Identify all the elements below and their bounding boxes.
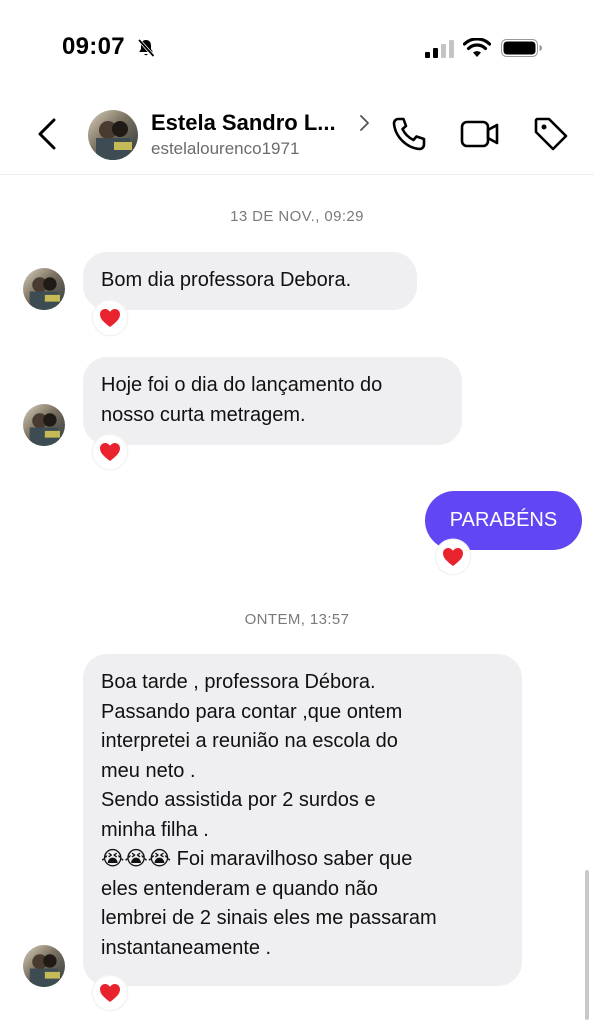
scrollbar[interactable] bbox=[585, 870, 589, 1020]
message-text: Bom dia professora Debora. bbox=[101, 269, 352, 291]
avatar-photo-icon bbox=[96, 121, 132, 160]
heart-icon bbox=[100, 443, 120, 461]
message-line: Hoje foi o dia do lançamento do bbox=[101, 374, 383, 396]
contact-name[interactable]: Estela Sandro L... bbox=[151, 110, 336, 136]
contact-username[interactable]: estelalourenco1971 bbox=[151, 139, 299, 159]
message-line: minha filha . bbox=[101, 818, 209, 841]
reaction-badge[interactable] bbox=[93, 435, 127, 469]
message-line: Boa tarde , professora Débora. bbox=[101, 671, 376, 693]
received-message-bubble[interactable]: Hoje foi o dia do lançamento do nosso cu… bbox=[83, 357, 462, 445]
message-line: nosso curta metragem. bbox=[101, 403, 306, 426]
header-divider bbox=[0, 174, 594, 175]
status-time: 09:07 bbox=[62, 33, 125, 60]
reaction-badge[interactable] bbox=[93, 976, 127, 1010]
reaction-badge[interactable] bbox=[436, 540, 470, 574]
message-line: lembrei de 2 sinais eles me passaram bbox=[101, 907, 437, 929]
back-arrow-icon[interactable] bbox=[34, 117, 60, 151]
sender-avatar[interactable] bbox=[23, 404, 65, 446]
battery-icon bbox=[501, 39, 542, 57]
heart-icon bbox=[100, 309, 120, 327]
sender-avatar[interactable] bbox=[23, 268, 65, 310]
tag-label-icon[interactable] bbox=[532, 115, 570, 153]
message-text: PARABÉNS bbox=[449, 509, 558, 531]
message-line: interpretei a reunião na escola do bbox=[101, 730, 398, 752]
received-message-bubble[interactable]: Boa tarde , professora Débora. Passando … bbox=[83, 654, 522, 986]
phone-call-icon[interactable] bbox=[391, 116, 427, 152]
reaction-badge[interactable] bbox=[93, 301, 127, 335]
wifi-icon bbox=[463, 38, 491, 57]
message-line: Sendo assistida por 2 surdos e bbox=[101, 789, 376, 811]
heart-icon bbox=[100, 984, 120, 1002]
message-line: meu neto . bbox=[101, 759, 196, 782]
avatar-photo-icon bbox=[29, 413, 60, 446]
video-call-icon[interactable] bbox=[460, 116, 500, 152]
cellular-signal-icon bbox=[425, 40, 454, 58]
heart-icon bbox=[443, 548, 463, 566]
message-line: instantaneamente . bbox=[101, 936, 272, 959]
chevron-right-icon[interactable] bbox=[357, 113, 371, 133]
message-line: eles entenderam e quando não bbox=[101, 877, 378, 900]
avatar-photo-icon bbox=[29, 954, 60, 987]
silent-bell-icon bbox=[137, 38, 155, 58]
timestamp: ONTEM, 13:57 bbox=[244, 611, 350, 628]
avatar-photo-icon bbox=[29, 277, 60, 310]
message-line: Passando para contar ,que ontem bbox=[101, 700, 403, 723]
contact-avatar[interactable] bbox=[88, 110, 138, 160]
sender-avatar[interactable] bbox=[23, 945, 65, 987]
received-message-bubble[interactable]: Bom dia professora Debora. bbox=[83, 252, 417, 310]
message-line: 😭😭😭 Foi maravilhoso saber que bbox=[101, 848, 413, 870]
timestamp: 13 DE NOV., 09:29 bbox=[230, 208, 364, 225]
